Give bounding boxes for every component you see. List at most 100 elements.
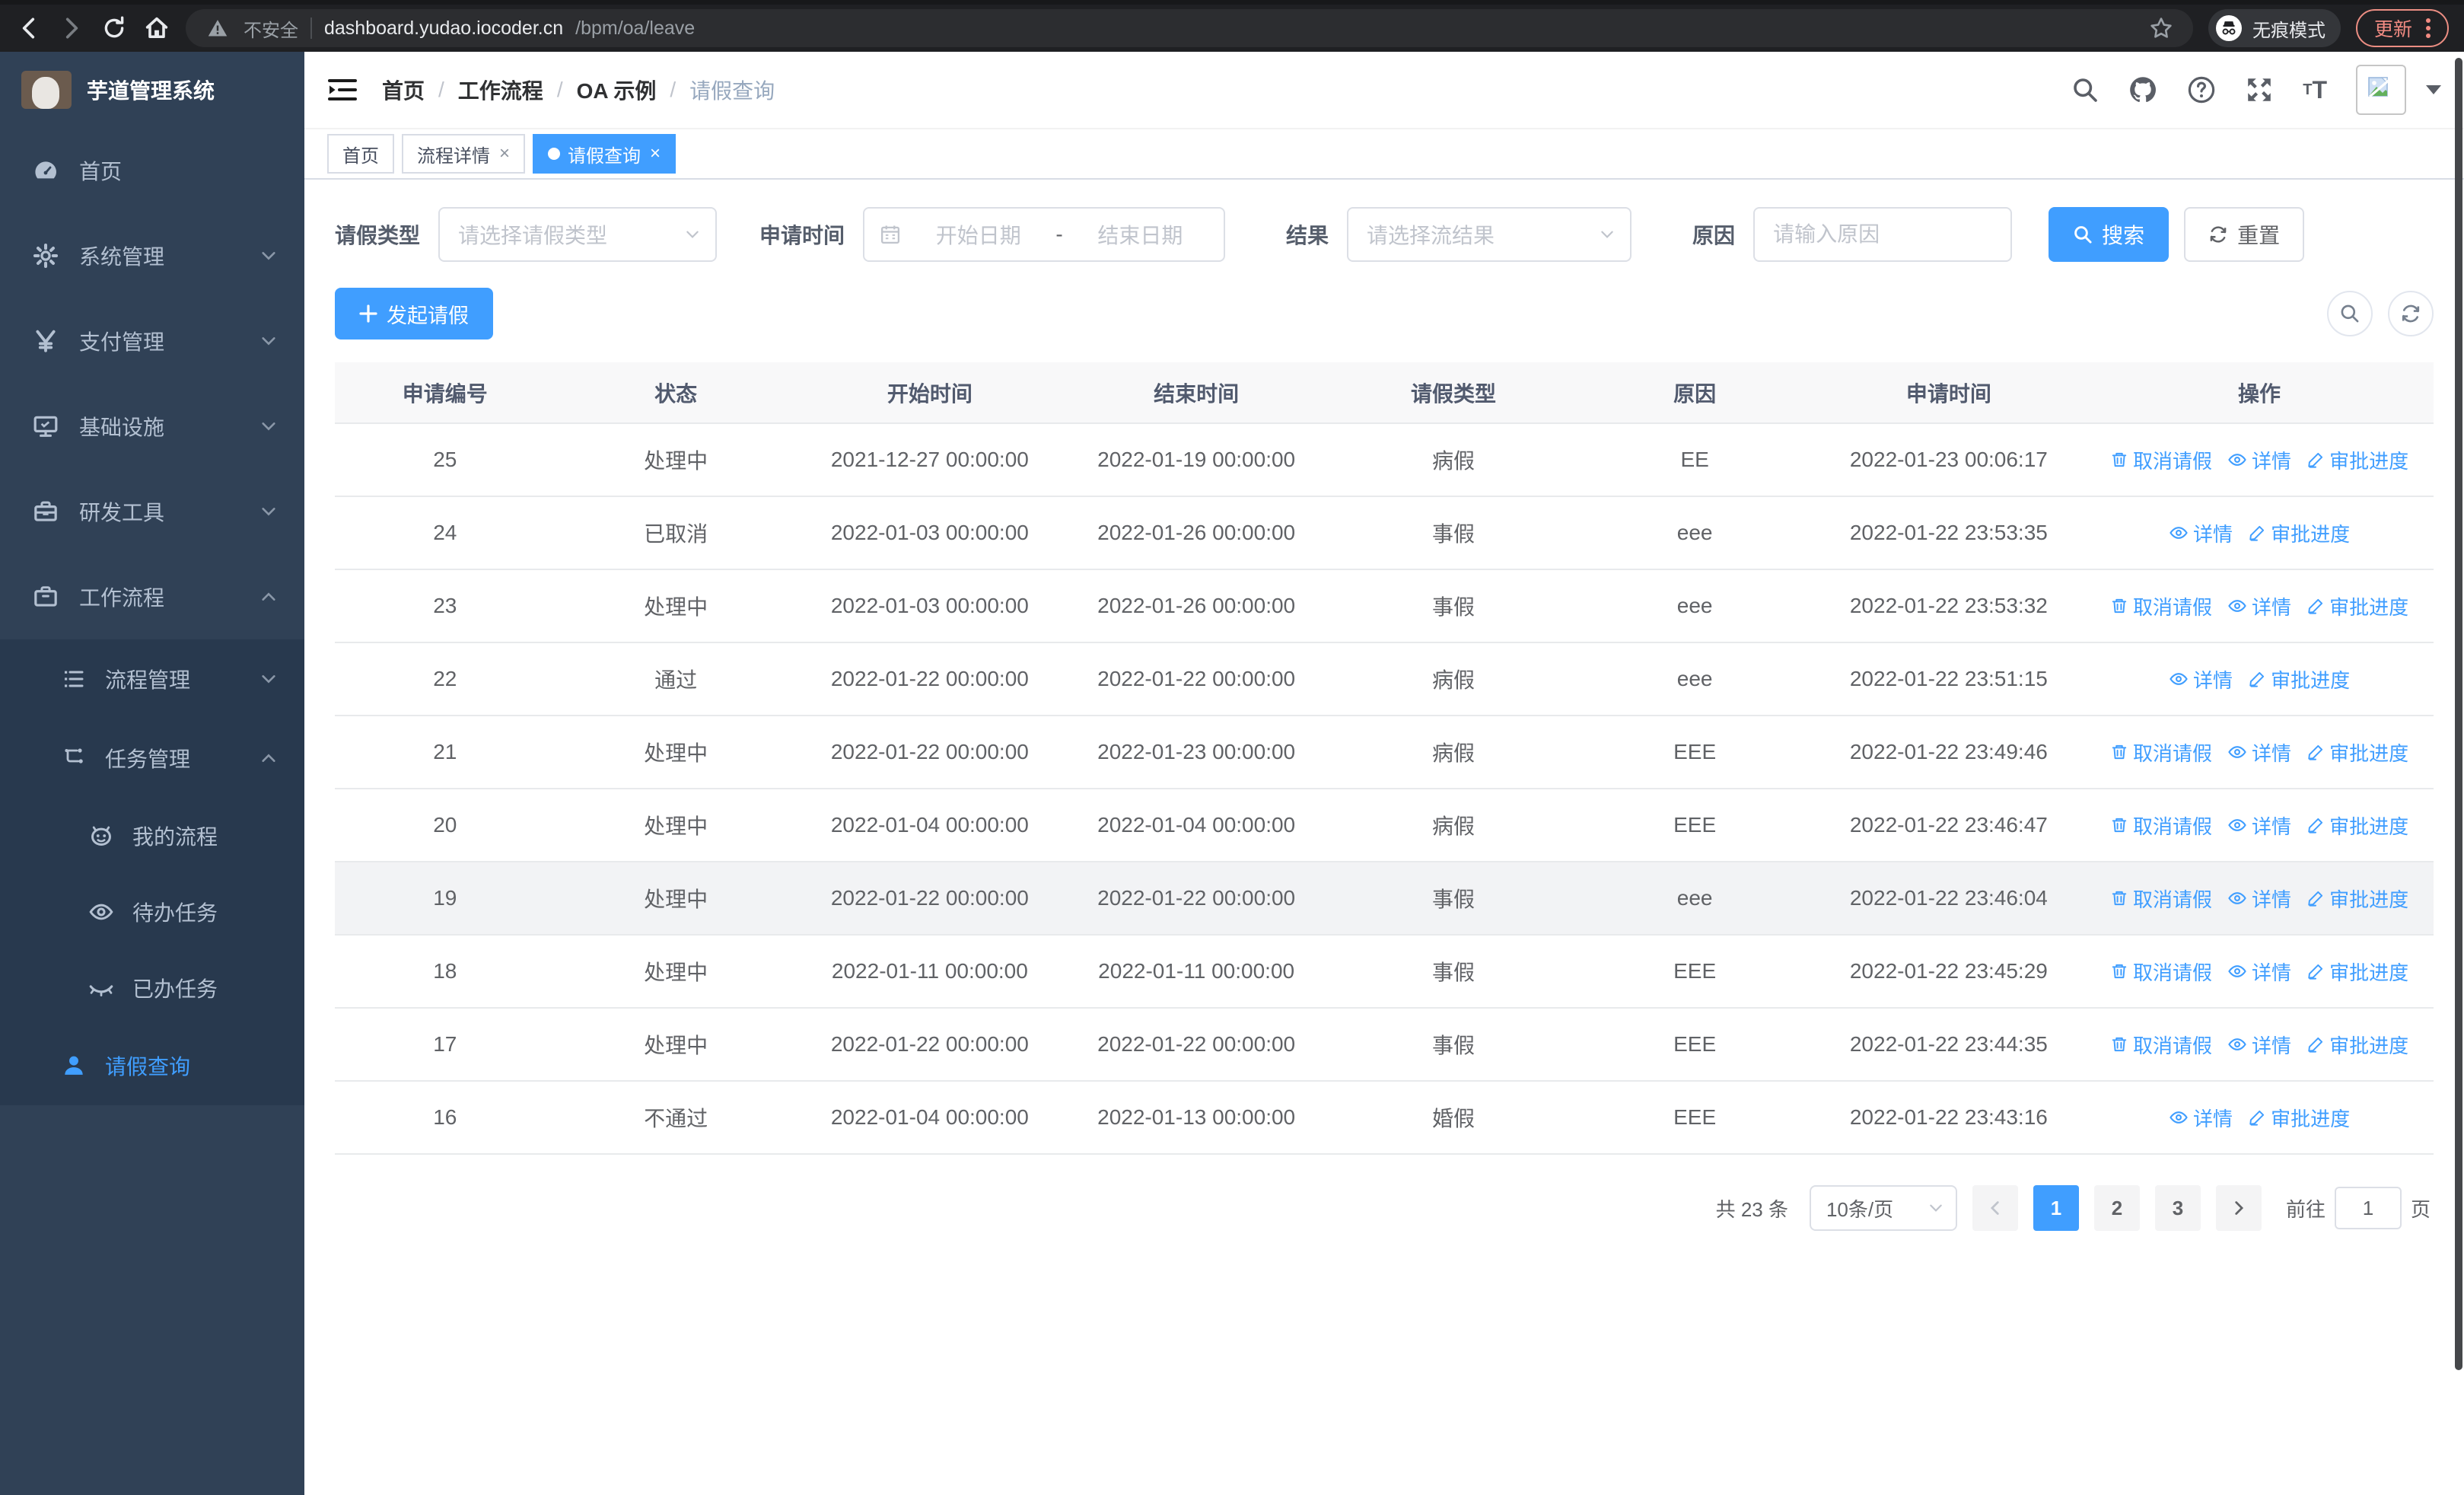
approval-progress-link[interactable]: 审批进度 — [2306, 592, 2408, 620]
detail-link[interactable]: 详情 — [2227, 811, 2291, 840]
result-select[interactable]: 请选择流结果 — [1347, 207, 1632, 262]
sidebar-item-leave-query[interactable]: 请假查询 — [0, 1026, 304, 1105]
cancel-leave-link[interactable]: 取消请假 — [2110, 811, 2212, 840]
help-icon[interactable] — [2187, 75, 2216, 104]
cell-end: 2022-01-22 00:00:00 — [1063, 862, 1330, 936]
search-button[interactable]: 搜索 — [2049, 207, 2170, 262]
prev-page-button[interactable] — [1972, 1185, 2018, 1231]
detail-link[interactable]: 详情 — [2169, 665, 2233, 693]
home-icon[interactable] — [143, 14, 170, 42]
monitor-icon — [32, 413, 59, 439]
reason-input[interactable] — [1773, 222, 1993, 247]
close-icon[interactable]: × — [499, 143, 510, 164]
sidebar-item-payment[interactable]: 支付管理 — [0, 298, 304, 384]
tag-home[interactable]: 首页 — [327, 134, 394, 174]
detail-link[interactable]: 详情 — [2227, 738, 2291, 767]
avatar[interactable] — [2356, 65, 2406, 115]
detail-link[interactable]: 详情 — [2227, 885, 2291, 913]
app-logo[interactable]: 芋道管理系统 — [0, 52, 304, 128]
apply-time-range-picker[interactable]: 开始日期 - 结束日期 — [863, 207, 1226, 262]
pencil-icon — [2308, 964, 2323, 980]
page-scrollbar[interactable] — [2455, 58, 2462, 1370]
cell-end: 2022-01-23 00:00:00 — [1063, 716, 1330, 789]
sidebar-item-task-mgmt[interactable]: 任务管理 — [0, 719, 304, 798]
gear-icon — [32, 243, 59, 269]
reason-field[interactable] — [1753, 207, 2013, 262]
cancel-leave-link[interactable]: 取消请假 — [2110, 1031, 2212, 1059]
approval-progress-link[interactable]: 审批进度 — [2248, 665, 2350, 693]
back-icon[interactable] — [15, 14, 43, 42]
cancel-leave-link[interactable]: 取消请假 — [2110, 885, 2212, 913]
address-bar[interactable]: 不安全 dashboard.yudao.iocoder.cn/bpm/oa/le… — [186, 9, 2193, 47]
cell-status: 处理中 — [555, 935, 797, 1009]
cancel-leave-link[interactable]: 取消请假 — [2110, 738, 2212, 767]
sidebar-item-system[interactable]: 系统管理 — [0, 213, 304, 298]
cancel-leave-link[interactable]: 取消请假 — [2110, 592, 2212, 620]
start-date-input[interactable]: 开始日期 — [910, 219, 1046, 250]
col-start: 开始时间 — [796, 362, 1063, 424]
sidebar-item-todo-tasks[interactable]: 待办任务 — [0, 874, 304, 950]
approval-progress-link[interactable]: 审批进度 — [2306, 885, 2408, 913]
detail-link[interactable]: 详情 — [2227, 1031, 2291, 1059]
detail-link[interactable]: 详情 — [2227, 592, 2291, 620]
sidebar-item-devtools[interactable]: 研发工具 — [0, 469, 304, 554]
sidebar-item-my-process[interactable]: 我的流程 — [0, 798, 304, 874]
sidebar-item-process-mgmt[interactable]: 流程管理 — [0, 639, 304, 719]
reload-icon[interactable] — [100, 14, 128, 42]
breadcrumb-home[interactable]: 首页 — [382, 75, 425, 105]
sidebar-item-done-tasks[interactable]: 已办任务 — [0, 950, 304, 1026]
page-button-3[interactable]: 3 — [2154, 1185, 2201, 1231]
leave-type-select[interactable]: 请选择请假类型 — [438, 207, 718, 262]
robot-icon — [88, 823, 114, 849]
forward-icon[interactable] — [58, 14, 85, 42]
detail-link[interactable]: 详情 — [2227, 958, 2291, 986]
cancel-leave-link[interactable]: 取消请假 — [2110, 446, 2212, 474]
browser-menu-dots-icon[interactable] — [2426, 18, 2431, 38]
approval-progress-link[interactable]: 审批进度 — [2306, 446, 2408, 474]
approval-progress-link[interactable]: 审批进度 — [2306, 1031, 2408, 1059]
goto-page-input[interactable] — [2334, 1187, 2402, 1229]
approval-progress-link[interactable]: 审批进度 — [2248, 1104, 2350, 1132]
toggle-search-button[interactable] — [2327, 291, 2373, 336]
detail-link[interactable]: 详情 — [2227, 446, 2291, 474]
page-size-select[interactable]: 10条/页 — [1809, 1185, 1957, 1231]
ssl-warning-icon[interactable] — [204, 14, 231, 42]
approval-progress-link[interactable]: 审批进度 — [2248, 519, 2350, 547]
detail-link[interactable]: 详情 — [2169, 519, 2233, 547]
breadcrumb-workflow[interactable]: 工作流程 — [458, 75, 543, 105]
cell-reason: EE — [1577, 423, 1813, 497]
tag-leave-query[interactable]: 请假查询 × — [533, 134, 676, 174]
approval-progress-link[interactable]: 审批进度 — [2306, 958, 2408, 986]
tag-process-detail[interactable]: 流程详情 × — [402, 134, 526, 174]
font-size-icon[interactable]: TT — [2303, 76, 2327, 104]
breadcrumb-oa-example[interactable]: OA 示例 — [577, 75, 657, 105]
caret-down-icon[interactable] — [2426, 85, 2441, 94]
refresh-icon — [2210, 226, 2227, 243]
sidebar-item-home[interactable]: 首页 — [0, 128, 304, 213]
fullscreen-icon[interactable] — [2245, 75, 2274, 104]
sidebar-item-workflow[interactable]: 工作流程 — [0, 554, 304, 639]
approval-progress-link[interactable]: 审批进度 — [2306, 738, 2408, 767]
search-icon[interactable] — [2071, 76, 2099, 104]
next-page-button[interactable] — [2215, 1185, 2262, 1231]
cell-id: 16 — [335, 1081, 556, 1155]
col-applied: 申请时间 — [1812, 362, 2086, 424]
cell-start: 2022-01-04 00:00:00 — [796, 1081, 1063, 1155]
table-row: 20 处理中 2022-01-04 00:00:00 2022-01-04 00… — [335, 789, 2434, 862]
page-button-1[interactable]: 1 — [2033, 1185, 2079, 1231]
sidebar-item-infra[interactable]: 基础设施 — [0, 384, 304, 469]
end-date-input[interactable]: 结束日期 — [1072, 219, 1208, 250]
calendar-icon — [881, 225, 900, 244]
create-leave-button[interactable]: 发起请假 — [335, 288, 493, 339]
github-icon[interactable] — [2128, 75, 2158, 105]
refresh-table-button[interactable] — [2388, 291, 2434, 336]
bookmark-star-icon[interactable] — [2147, 14, 2175, 42]
collapse-sidebar-icon[interactable] — [327, 76, 358, 104]
reset-button[interactable]: 重置 — [2184, 207, 2305, 262]
page-button-2[interactable]: 2 — [2093, 1185, 2140, 1231]
close-icon[interactable]: × — [650, 143, 661, 164]
cancel-leave-link[interactable]: 取消请假 — [2110, 958, 2212, 986]
browser-update-button[interactable]: 更新 — [2355, 9, 2449, 47]
approval-progress-link[interactable]: 审批进度 — [2306, 811, 2408, 840]
detail-link[interactable]: 详情 — [2169, 1104, 2233, 1132]
